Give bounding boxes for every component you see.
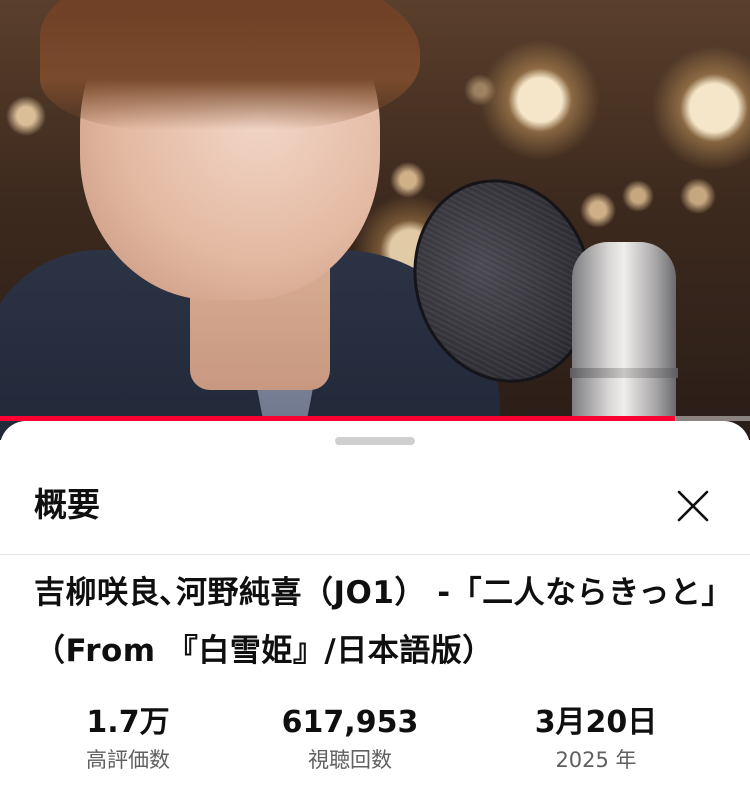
likes-count: 1.7万: [86, 705, 170, 740]
views-stat: 617,953 視聴回数: [240, 703, 460, 775]
views-count: 617,953: [281, 705, 419, 740]
upload-year: 2025 年: [555, 748, 637, 772]
close-button[interactable]: [672, 485, 714, 527]
close-icon: [677, 490, 709, 522]
panel-title: 概要: [34, 485, 100, 524]
likes-stat: 1.7万 高評価数: [18, 703, 238, 775]
drag-handle[interactable]: [335, 437, 415, 445]
description-panel: 概要 吉柳咲良､河野純喜（JO1） -「二人ならきっと」（From 『白雪姫』/…: [0, 421, 750, 789]
upload-date: 3月20日: [534, 705, 658, 740]
video-frame-microphone: [572, 242, 676, 440]
video-frame-hair: [40, 0, 420, 130]
divider: [0, 554, 750, 555]
video-frame-microphone-band: [570, 368, 678, 378]
likes-label: 高評価数: [86, 748, 170, 772]
video-title: 吉柳咲良､河野純喜（JO1） -「二人ならきっと」（From 『白雪姫』/日本語…: [34, 575, 718, 669]
date-stat: 3月20日 2025 年: [486, 703, 706, 775]
stats-row: 1.7万 高評価数 617,953 視聴回数 3月20日 2025 年: [0, 703, 750, 783]
views-label: 視聴回数: [308, 748, 392, 772]
video-player[interactable]: [0, 0, 750, 440]
